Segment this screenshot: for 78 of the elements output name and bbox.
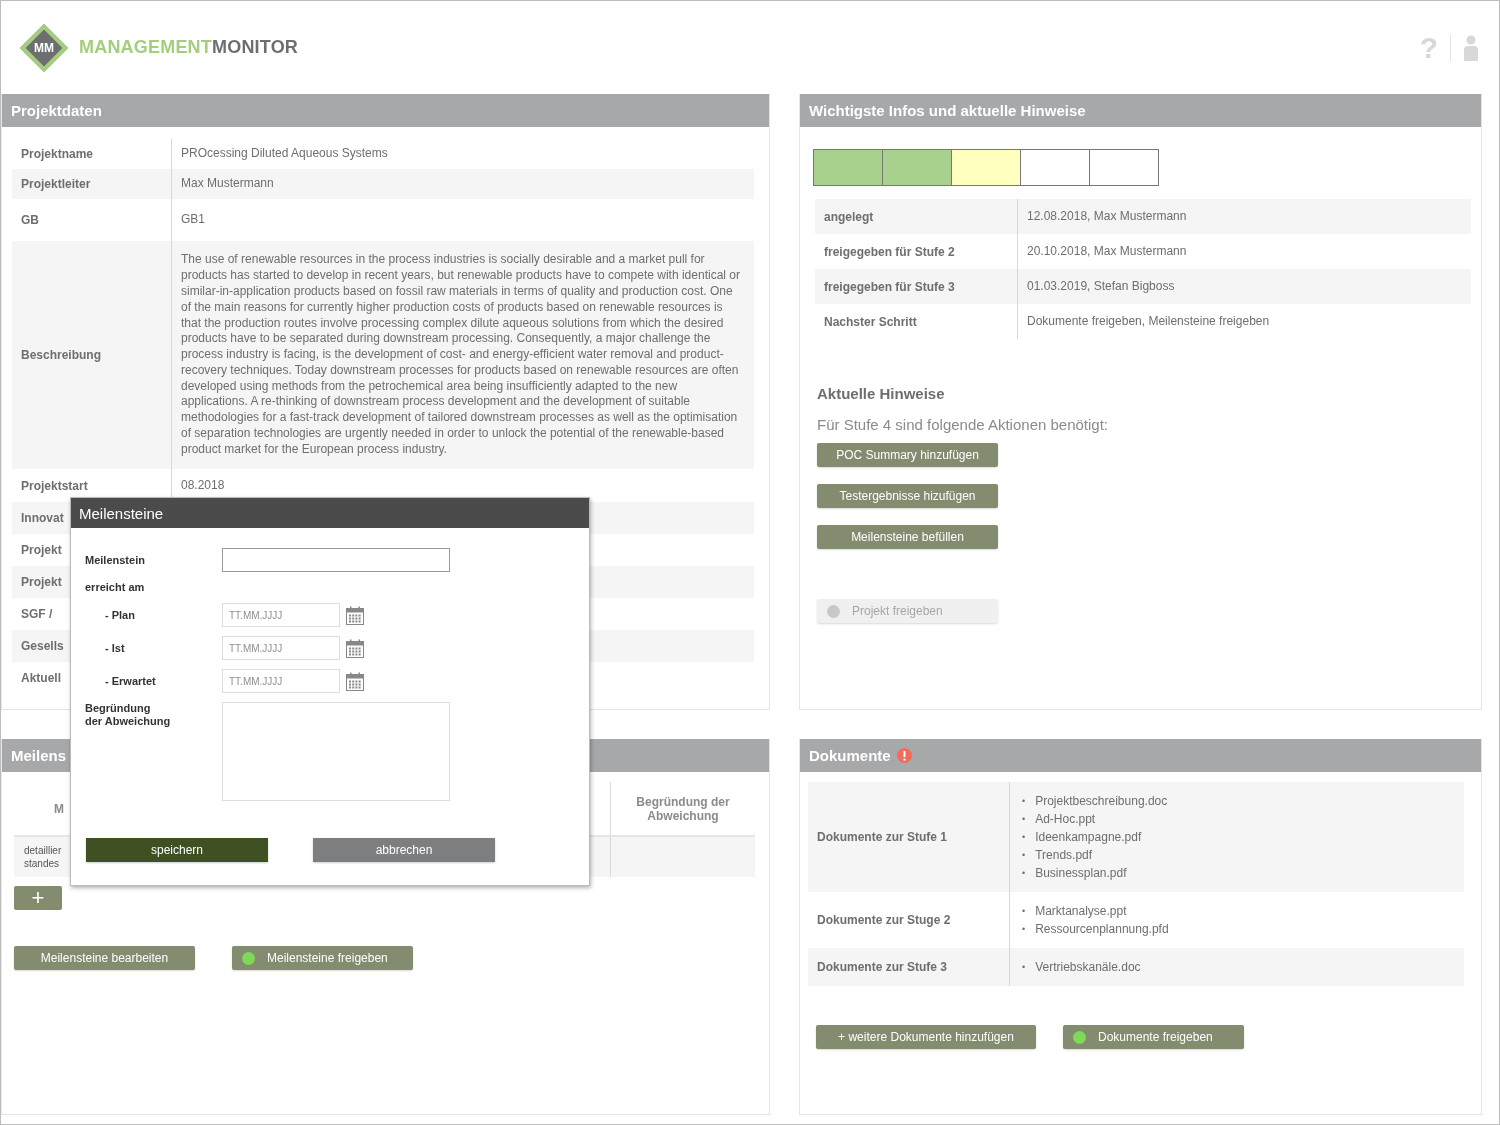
field-label: freigegeben für Stufe 3: [824, 279, 955, 294]
bullet-mark: •: [1022, 961, 1026, 974]
section-title: Projektdaten: [11, 102, 102, 119]
field-label: - Erwartet: [104, 674, 157, 688]
field-value: 20.10.2018, Max Mustermann: [1027, 243, 1187, 260]
dialog-title: Meilensteine: [79, 504, 164, 522]
input-field[interactable]: [222, 548, 450, 572]
date-field[interactable]: TT.MM.JJJJ: [222, 669, 340, 693]
field-label: erreicht am: [85, 581, 146, 594]
column-header: M: [54, 801, 64, 816]
field-label: angelegt: [824, 209, 874, 224]
file-link[interactable]: Projektbeschreibung.doc: [1035, 792, 1168, 810]
field-value: PROcessing Diluted Aqueous Systems: [181, 146, 388, 162]
action-button[interactable]: Meilensteine freigeben: [232, 946, 413, 970]
field-label: Projektstart: [21, 478, 88, 493]
field-label: - Plan: [104, 608, 136, 622]
calendar-icon[interactable]: [346, 638, 364, 658]
field-label: Gesells: [21, 639, 64, 653]
action-button[interactable]: POC Summary hinzufügen: [817, 443, 998, 467]
file-link[interactable]: Trends.pdf: [1035, 846, 1093, 864]
field-value: Max Mustermann: [181, 176, 274, 192]
field-label: Dokumente zur Stufe 1: [817, 830, 948, 844]
bullet-mark: •: [1022, 905, 1026, 918]
field-label: Begründung der Abweichung: [85, 702, 172, 728]
date-field[interactable]: TT.MM.JJJJ: [222, 603, 340, 627]
field-value: 01.03.2019, Stefan Bigboss: [1027, 278, 1175, 295]
file-link[interactable]: Marktanalyse.ppt: [1035, 902, 1127, 920]
bullet-mark: •: [1022, 813, 1026, 826]
bullet-mark: •: [1022, 795, 1026, 808]
add-button[interactable]: +: [14, 886, 62, 910]
action-button[interactable]: Dokumente freigeben: [1063, 1025, 1244, 1049]
file-link[interactable]: Ressourcenplannung.pfd: [1035, 920, 1169, 938]
field-label: SGF /: [21, 607, 53, 621]
save-button[interactable]: speichern: [86, 838, 268, 862]
field-value: Dokumente freigeben, Meilensteine freigeben: [1027, 313, 1270, 330]
file-link[interactable]: Businessplan.pdf: [1035, 864, 1127, 882]
bullet-mark: •: [1022, 867, 1026, 880]
field-label: Projektname: [21, 147, 94, 161]
calendar-icon[interactable]: [346, 671, 364, 691]
field-label: Projekt: [21, 575, 62, 589]
field-label: Aktuell: [21, 671, 61, 685]
action-button[interactable]: + weitere Dokumente hinzufügen: [816, 1025, 1036, 1049]
field-label: - Ist: [104, 641, 126, 655]
field-label: Projekt: [21, 543, 62, 557]
file-link[interactable]: Vertriebskanäle.doc: [1035, 958, 1141, 976]
section-title: Meilens: [11, 747, 67, 764]
bullet-mark: •: [1022, 849, 1026, 862]
field-label: Innovat: [21, 511, 64, 525]
bullet-mark: •: [1022, 923, 1026, 936]
field-label: Meilenstein: [85, 553, 146, 567]
field-label: Beschreibung: [21, 348, 101, 362]
field-value: 08.2018: [181, 477, 225, 494]
action-button[interactable]: Meilensteine bearbeiten: [14, 946, 195, 970]
section-title: Dokumente: [809, 747, 891, 764]
cancel-button[interactable]: abbrechen: [313, 838, 495, 862]
brand-name: MANAGEMENTMONITOR: [79, 37, 299, 58]
description-text: The use of renewable resources in the process industries is socially desirable and a market pull for products has started to develop in recent years, but renewable products have to compete with identical or similar-in-application products based on fossil raw materials in terms of quality and production cost. One of the main reasons for currently higher production costs of products based on renewable resources is that the production routes involve processing complex dilute aqueous solutions from which the desired products have to be separated during downstream processing. Consequently, a major challenge the process industry is facing, is the development of cost- and energy-efficient water removal and product-recovery techniques. Today downstream processes for products based on renewable resources are often developed using methods from the petrochemical area being insufficiently adapted to the new applications. A re-thinking of downstream process development and the development of suitable methodologies for a fast-track development of tailored downstream processes as well as the optimisation of separation technologies are urgently needed in order to unlock the potential of the renewable-based product market for the European process industry.: [181, 252, 741, 458]
field-label: GB: [21, 213, 39, 227]
field-label: Dokumente zur Stuge 2: [817, 913, 951, 927]
calendar-icon[interactable]: [346, 605, 364, 625]
notes-heading: Aktuelle Hinweise: [817, 385, 946, 402]
action-button[interactable]: Testergebnisse hizufügen: [817, 484, 998, 508]
column-header: Begründung der Abweichung: [635, 794, 731, 823]
field-value: 12.08.2018, Max Mustermann: [1027, 208, 1187, 225]
table-cell-text: detaillier standes: [23, 844, 63, 870]
date-field[interactable]: TT.MM.JJJJ: [222, 636, 340, 660]
bullet-mark: •: [1022, 831, 1026, 844]
field-label: Dokumente zur Stufe 3: [817, 960, 948, 974]
field-label: Projektleiter: [21, 177, 91, 191]
logo-icon: MM: [19, 22, 69, 73]
section-title: Wichtigste Infos und aktuelle Hinweise: [809, 102, 1086, 119]
field-label: Nachster Schritt: [824, 314, 917, 329]
file-link[interactable]: Ideenkampagne.pdf: [1035, 828, 1142, 846]
field-label: freigegeben für Stufe 2: [824, 244, 955, 259]
notes-text: Für Stufe 4 sind folgende Aktionen benötigt:: [817, 416, 1110, 433]
action-button[interactable]: Meilensteine befüllen: [817, 525, 998, 549]
file-link[interactable]: Ad-Hoc.ppt: [1035, 810, 1096, 828]
field-value: GB1: [181, 212, 205, 228]
